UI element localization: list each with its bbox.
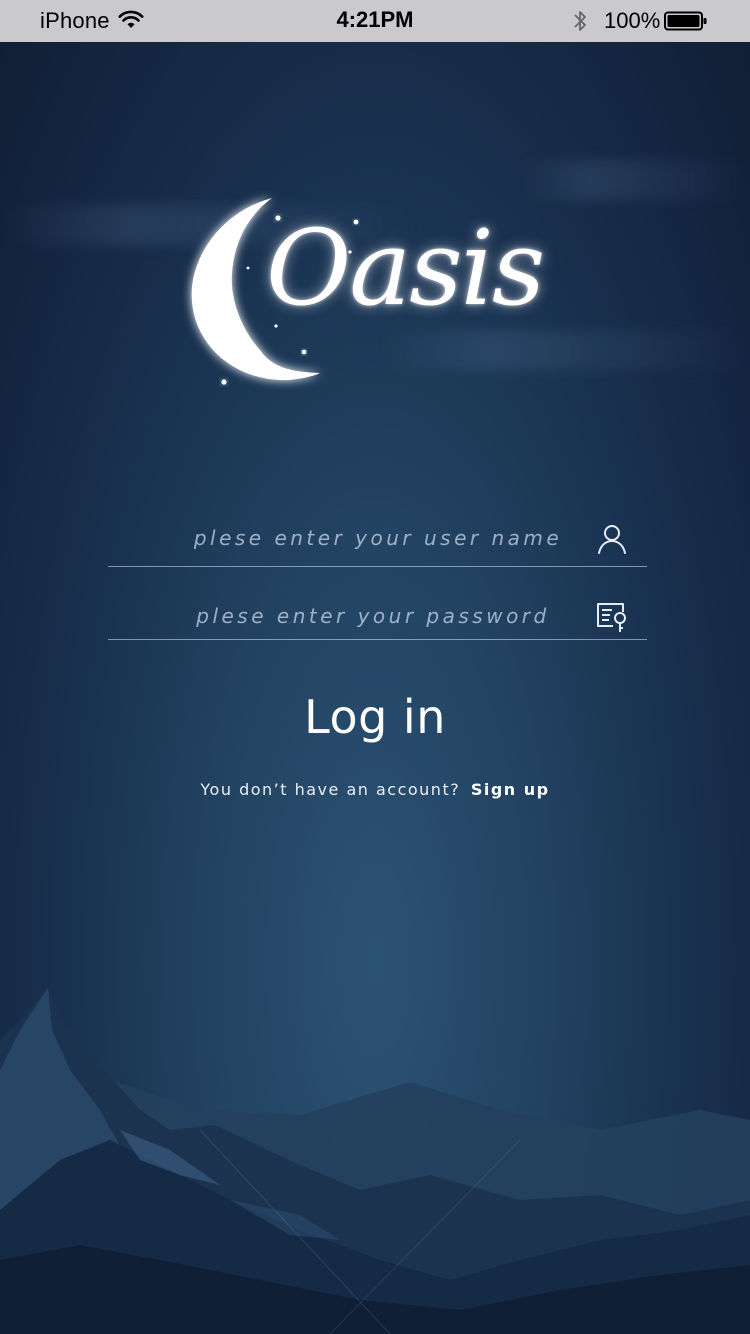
- password-field[interactable]: [108, 592, 647, 640]
- battery-icon: [664, 11, 707, 31]
- signup-prompt-row: You don’t have an account? Sign up: [0, 780, 750, 799]
- status-bar: iPhone 4:21PM 100%: [0, 0, 750, 42]
- signup-prompt-text: You don’t have an account?: [200, 780, 461, 799]
- oasis-logo: Oasis: [180, 190, 580, 390]
- login-screen: iPhone 4:21PM 100% Oasis plese enter you…: [0, 0, 750, 1334]
- username-input[interactable]: [108, 510, 578, 566]
- password-input[interactable]: [108, 592, 578, 639]
- password-key-icon: [597, 603, 626, 632]
- mountain-backdrop: [0, 988, 750, 1334]
- login-button[interactable]: Log in: [0, 684, 750, 750]
- bluetooth-icon: [574, 11, 586, 31]
- username-field[interactable]: [108, 510, 647, 567]
- user-icon: [598, 525, 626, 554]
- logo-wordmark: Oasis: [266, 207, 545, 329]
- signup-link[interactable]: Sign up: [471, 780, 550, 799]
- battery-percent: 100%: [604, 8, 661, 33]
